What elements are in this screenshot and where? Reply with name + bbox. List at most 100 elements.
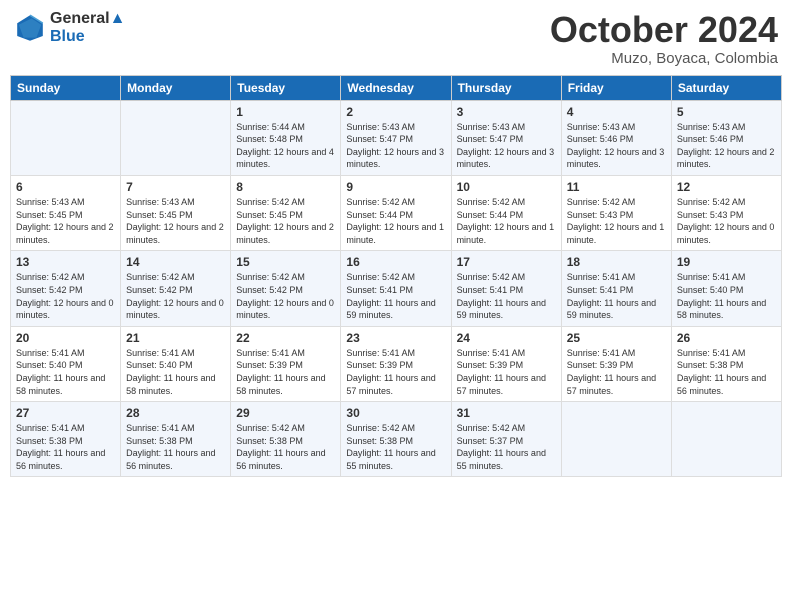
week-row-4: 27 Sunrise: 5:41 AMSunset: 5:38 PMDayligh…: [11, 402, 782, 477]
day-number: 25: [567, 331, 666, 345]
header-day-wednesday: Wednesday: [341, 75, 451, 100]
cell-content: Sunrise: 5:41 AMSunset: 5:39 PMDaylight:…: [346, 347, 445, 397]
day-number: 4: [567, 105, 666, 119]
day-cell: 4Sunrise: 5:43 AMSunset: 5:46 PMDaylight…: [561, 100, 671, 175]
header-day-monday: Monday: [121, 75, 231, 100]
day-cell: 18 Sunrise: 5:41 AMSunset: 5:41 PMDayligh…: [561, 251, 671, 326]
cell-content: Sunrise: 5:41 AMSunset: 5:41 PMDaylight:…: [567, 271, 666, 321]
cell-content: Sunrise: 5:42 AMSunset: 5:37 PMDaylight:…: [457, 422, 556, 472]
cell-content: Sunrise: 5:41 AMSunset: 5:40 PMDaylight:…: [126, 347, 225, 397]
cell-content: Sunrise: 5:42 AMSunset: 5:44 PMDaylight:…: [457, 196, 556, 246]
cell-content: Sunrise: 5:42 AMSunset: 5:42 PMDaylight:…: [126, 271, 225, 321]
day-cell: [11, 100, 121, 175]
day-number: 1: [236, 105, 335, 119]
cell-content: Sunrise: 5:41 AMSunset: 5:38 PMDaylight:…: [126, 422, 225, 472]
day-cell: 12Sunrise: 5:42 AMSunset: 5:43 PMDayligh…: [671, 175, 781, 250]
cell-content: Sunrise: 5:42 AMSunset: 5:42 PMDaylight:…: [236, 271, 335, 321]
logo-text: General▲ Blue: [50, 10, 125, 46]
cell-content: Sunrise: 5:43 AMSunset: 5:45 PMDaylight:…: [16, 196, 115, 246]
day-cell: 11Sunrise: 5:42 AMSunset: 5:43 PMDayligh…: [561, 175, 671, 250]
day-number: 22: [236, 331, 335, 345]
day-cell: 14 Sunrise: 5:42 AMSunset: 5:42 PMDayligh…: [121, 251, 231, 326]
day-number: 15: [236, 255, 335, 269]
day-cell: 13 Sunrise: 5:42 AMSunset: 5:42 PMDayligh…: [11, 251, 121, 326]
cell-content: Sunrise: 5:43 AMSunset: 5:45 PMDaylight:…: [126, 196, 225, 246]
day-cell: 27 Sunrise: 5:41 AMSunset: 5:38 PMDayligh…: [11, 402, 121, 477]
title-block: October 2024 Muzo, Boyaca, Colombia: [550, 10, 778, 67]
day-cell: 23 Sunrise: 5:41 AMSunset: 5:39 PMDayligh…: [341, 326, 451, 401]
day-number: 31: [457, 406, 556, 420]
cell-content: Sunrise: 5:43 AMSunset: 5:46 PMDaylight:…: [677, 121, 776, 171]
day-cell: 2 Sunrise: 5:43 AMSunset: 5:47 PMDaylight…: [341, 100, 451, 175]
day-number: 7: [126, 180, 225, 194]
day-cell: 19 Sunrise: 5:41 AMSunset: 5:40 PMDayligh…: [671, 251, 781, 326]
day-number: 2: [346, 105, 445, 119]
cell-content: Sunrise: 5:42 AMSunset: 5:41 PMDaylight:…: [457, 271, 556, 321]
day-number: 10: [457, 180, 556, 194]
day-cell: 5 Sunrise: 5:43 AMSunset: 5:46 PMDaylight…: [671, 100, 781, 175]
day-number: 3: [457, 105, 556, 119]
page-header: General▲ Blue October 2024 Muzo, Boyaca,…: [10, 10, 782, 67]
day-cell: 9 Sunrise: 5:42 AMSunset: 5:44 PMDaylight…: [341, 175, 451, 250]
calendar-header: SundayMondayTuesdayWednesdayThursdayFrid…: [11, 75, 782, 100]
day-cell: 10 Sunrise: 5:42 AMSunset: 5:44 PMDayligh…: [451, 175, 561, 250]
cell-content: Sunrise: 5:41 AMSunset: 5:38 PMDaylight:…: [16, 422, 115, 472]
cell-content: Sunrise: 5:42 AMSunset: 5:38 PMDaylight:…: [236, 422, 335, 472]
day-number: 16: [346, 255, 445, 269]
day-cell: 28Sunrise: 5:41 AMSunset: 5:38 PMDayligh…: [121, 402, 231, 477]
day-cell: 31 Sunrise: 5:42 AMSunset: 5:37 PMDayligh…: [451, 402, 561, 477]
day-number: 6: [16, 180, 115, 194]
day-cell: 22 Sunrise: 5:41 AMSunset: 5:39 PMDayligh…: [231, 326, 341, 401]
day-number: 24: [457, 331, 556, 345]
day-cell: 24 Sunrise: 5:41 AMSunset: 5:39 PMDayligh…: [451, 326, 561, 401]
day-number: 13: [16, 255, 115, 269]
day-cell: 25Sunrise: 5:41 AMSunset: 5:39 PMDayligh…: [561, 326, 671, 401]
day-number: 26: [677, 331, 776, 345]
day-number: 27: [16, 406, 115, 420]
day-cell: 7 Sunrise: 5:43 AMSunset: 5:45 PMDaylight…: [121, 175, 231, 250]
day-number: 14: [126, 255, 225, 269]
header-day-friday: Friday: [561, 75, 671, 100]
day-cell: [561, 402, 671, 477]
day-number: 9: [346, 180, 445, 194]
header-day-saturday: Saturday: [671, 75, 781, 100]
header-day-tuesday: Tuesday: [231, 75, 341, 100]
logo: General▲ Blue: [14, 10, 125, 46]
day-cell: 3 Sunrise: 5:43 AMSunset: 5:47 PMDaylight…: [451, 100, 561, 175]
cell-content: Sunrise: 5:43 AMSunset: 5:47 PMDaylight:…: [457, 121, 556, 171]
day-number: 17: [457, 255, 556, 269]
day-cell: 1 Sunrise: 5:44 AMSunset: 5:48 PMDaylight…: [231, 100, 341, 175]
day-number: 23: [346, 331, 445, 345]
day-cell: [671, 402, 781, 477]
day-cell: 15 Sunrise: 5:42 AMSunset: 5:42 PMDayligh…: [231, 251, 341, 326]
day-number: 5: [677, 105, 776, 119]
day-number: 19: [677, 255, 776, 269]
day-number: 30: [346, 406, 445, 420]
day-number: 21: [126, 331, 225, 345]
cell-content: Sunrise: 5:41 AMSunset: 5:39 PMDaylight:…: [236, 347, 335, 397]
cell-content: Sunrise: 5:42 AMSunset: 5:44 PMDaylight:…: [346, 196, 445, 246]
cell-content: Sunrise: 5:41 AMSunset: 5:38 PMDaylight:…: [677, 347, 776, 397]
day-cell: 26 Sunrise: 5:41 AMSunset: 5:38 PMDayligh…: [671, 326, 781, 401]
cell-content: Sunrise: 5:42 AMSunset: 5:41 PMDaylight:…: [346, 271, 445, 321]
cell-content: Sunrise: 5:41 AMSunset: 5:40 PMDaylight:…: [16, 347, 115, 397]
day-cell: 29Sunrise: 5:42 AMSunset: 5:38 PMDayligh…: [231, 402, 341, 477]
logo-icon: [14, 12, 46, 44]
cell-content: Sunrise: 5:41 AMSunset: 5:39 PMDaylight:…: [457, 347, 556, 397]
day-number: 18: [567, 255, 666, 269]
day-cell: 16 Sunrise: 5:42 AMSunset: 5:41 PMDayligh…: [341, 251, 451, 326]
cell-content: Sunrise: 5:42 AMSunset: 5:42 PMDaylight:…: [16, 271, 115, 321]
day-number: 20: [16, 331, 115, 345]
cell-content: Sunrise: 5:41 AMSunset: 5:40 PMDaylight:…: [677, 271, 776, 321]
header-row: SundayMondayTuesdayWednesdayThursdayFrid…: [11, 75, 782, 100]
day-cell: 30Sunrise: 5:42 AMSunset: 5:38 PMDayligh…: [341, 402, 451, 477]
cell-content: Sunrise: 5:44 AMSunset: 5:48 PMDaylight:…: [236, 121, 335, 171]
header-day-sunday: Sunday: [11, 75, 121, 100]
cell-content: Sunrise: 5:43 AMSunset: 5:47 PMDaylight:…: [346, 121, 445, 171]
month-title: October 2024: [550, 10, 778, 50]
week-row-2: 13 Sunrise: 5:42 AMSunset: 5:42 PMDayligh…: [11, 251, 782, 326]
cell-content: Sunrise: 5:42 AMSunset: 5:45 PMDaylight:…: [236, 196, 335, 246]
location-subtitle: Muzo, Boyaca, Colombia: [550, 50, 778, 67]
day-number: 8: [236, 180, 335, 194]
day-cell: [121, 100, 231, 175]
